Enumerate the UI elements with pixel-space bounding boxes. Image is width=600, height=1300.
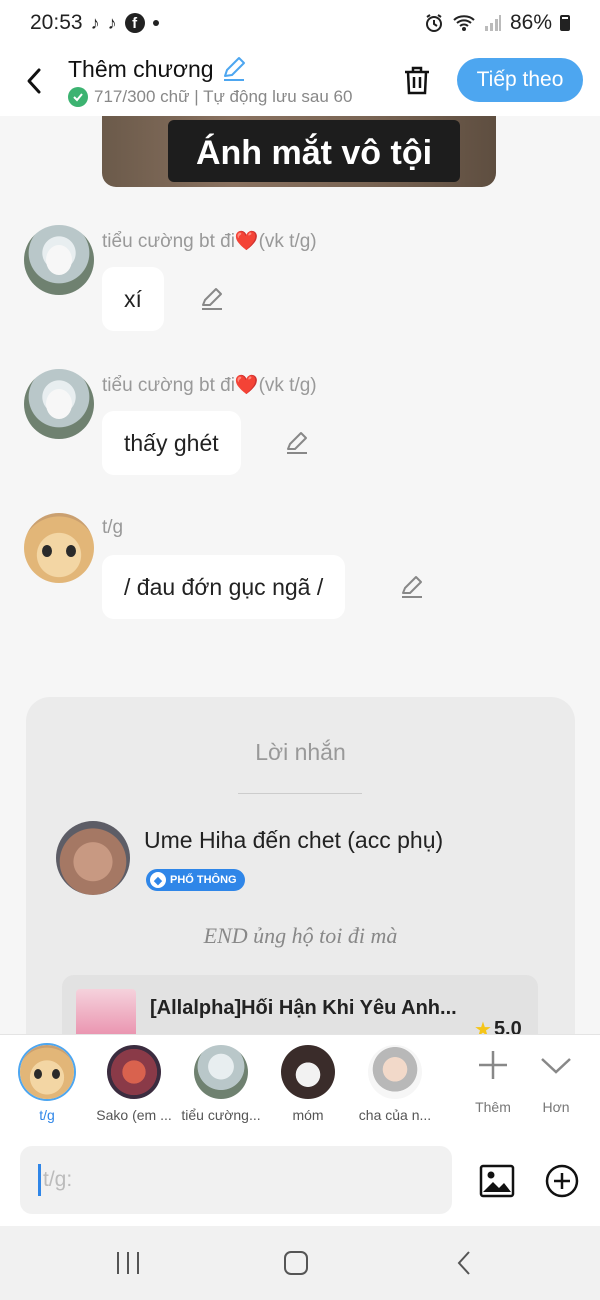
plus-circle-icon [545,1164,579,1198]
edit-message-button[interactable] [398,573,426,601]
facebook-icon: f [124,13,145,33]
status-bar: 20:53 ♪ ♪ f 86% [0,0,600,46]
meme-caption: Ánh mắt vô tội [195,134,433,172]
back-button[interactable] [0,46,68,116]
message-sender: tiểu cường bt đi❤️(vk t/g) [102,375,317,396]
home-icon [284,1251,308,1275]
edit-title-icon[interactable] [220,55,248,83]
insert-image-button[interactable] [478,1162,516,1200]
star-icon: ★ [474,1019,492,1034]
level-badge: ◆ PHỔ THÔNG [146,869,245,891]
meme-image[interactable]: Ánh mắt vô tội [102,116,496,187]
character-name: Sako (em ... [96,1107,172,1123]
cat-avatar[interactable] [24,513,94,583]
message-bubble[interactable]: xí [102,267,164,331]
chat-message: t/g / đau đớn gục ngã / [24,513,584,623]
diamond-icon: ◆ [150,872,166,888]
wifi-icon [453,15,475,31]
note-message: END ủng hộ toi đi mà [203,923,398,948]
anime-girl-avatar [194,1045,248,1099]
note-title: Lời nhắn [255,739,346,765]
home-button[interactable] [276,1246,316,1280]
battery-percent: 86% [509,11,552,34]
add-character-button[interactable]: Thêm [461,1047,525,1115]
old-man-avatar [368,1045,422,1099]
back-icon [457,1251,470,1275]
trash-icon [405,66,429,95]
character-picker: t/g Sako (em ... tiểu cường... móm cha c… [0,1034,600,1136]
character-cha[interactable]: cha của n... [350,1045,440,1123]
character-tieu-cuong[interactable]: tiểu cường... [176,1045,266,1123]
pencil-icon [202,288,222,310]
chevron-down-icon [541,1058,571,1074]
character-sako[interactable]: Sako (em ... [89,1045,179,1123]
back-nav-button[interactable] [444,1246,484,1280]
clock: 20:53 [30,11,83,34]
character-name: tiểu cường... [181,1107,261,1123]
character-name: cha của n... [358,1107,432,1123]
recents-icon [117,1252,139,1274]
message-sender: tiểu cường bt đi❤️(vk t/g) [102,231,317,252]
divider [238,793,362,794]
book-cover [76,989,136,1034]
text-caret [38,1164,41,1196]
message-bubble[interactable]: thấy ghét [102,411,241,475]
alarm-icon [425,14,442,32]
cat-avatar [281,1045,335,1099]
chat-content[interactable]: Ánh mắt vô tội tiểu cường bt đi❤️(vk t/g… [0,116,600,1034]
message-input[interactable]: t/g: [20,1146,452,1214]
pencil-icon [402,576,422,598]
battery-icon [560,15,570,31]
tiktok-icon: ♪ [107,13,117,33]
note-username[interactable]: Ume Hiha đến chet (acc phụ) [144,827,443,854]
system-nav-bar [0,1226,600,1300]
edit-message-button[interactable] [198,285,226,313]
anime-girl-avatar[interactable] [24,369,94,439]
pencil-icon [287,432,307,454]
user-avatar[interactable] [56,821,130,895]
input-placeholder: t/g: [43,1168,73,1191]
character-tg[interactable]: t/g [2,1045,92,1123]
image-icon [479,1164,515,1198]
next-button[interactable]: Tiếp theo [457,58,583,102]
character-name: móm [292,1107,324,1123]
input-bar: t/g: [0,1136,600,1226]
book-card[interactable]: [Allalpha]Hối Hận Khi Yêu Anh... ★ 5.0 [62,975,538,1034]
book-title: [Allalpha]Hối Hận Khi Yêu Anh... [150,997,457,1019]
character-mom[interactable]: móm [263,1045,353,1123]
message-bubble[interactable]: / đau đớn gục ngã / [102,555,346,619]
edit-message-button[interactable] [283,429,311,457]
check-icon [68,87,88,107]
add-label: Thêm [475,1099,511,1115]
chevron-left-icon [27,68,41,94]
word-count-autosave: 717/300 chữ | Tự động lưu sau 60 [94,87,353,106]
anime-girl-avatar[interactable] [24,225,94,295]
message-sender: t/g [102,517,124,538]
plus-icon [479,1051,507,1079]
city-avatar [107,1045,161,1099]
author-note-card: Lời nhắn Ume Hiha đến chet (acc phụ) ◆ P… [26,697,575,1034]
header: Thêm chương 717/300 chữ | Tự động lưu sa… [0,46,600,116]
delete-button[interactable] [397,60,437,100]
character-name: t/g [39,1107,55,1123]
page-title: Thêm chương [68,55,214,82]
tiktok-icon: ♪ [90,13,100,33]
more-button[interactable]: Hơn [524,1047,588,1115]
chat-message: tiểu cường bt đi❤️(vk t/g) thấy ghét [24,369,584,479]
title-block: Thêm chương 717/300 chữ | Tự động lưu sa… [68,55,378,107]
notification-dot-icon [152,20,159,26]
cat-avatar [20,1045,74,1099]
add-button[interactable] [543,1162,581,1200]
chat-message: tiểu cường bt đi❤️(vk t/g) xí [24,225,584,335]
more-label: Hơn [542,1099,570,1115]
recents-button[interactable] [108,1246,148,1280]
signal-icon [484,15,501,31]
book-rating: ★ 5.0 [474,1017,522,1034]
